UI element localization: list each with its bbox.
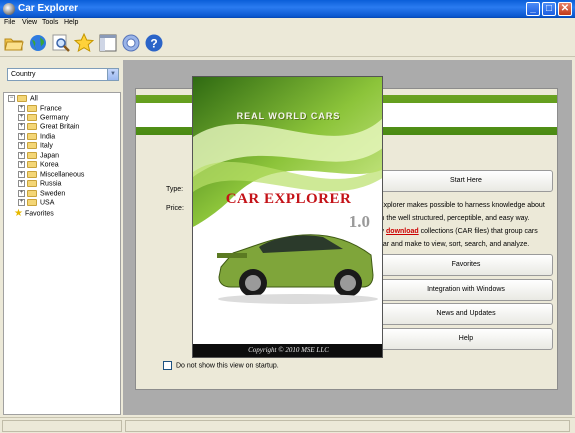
tree-item-country[interactable]: + Miscellaneous <box>18 171 84 180</box>
expand-icon[interactable]: + <box>18 199 25 206</box>
expand-icon[interactable]: + <box>18 142 25 149</box>
splash-copyright: Copyright © 2010 MSE LLC <box>193 344 382 357</box>
expand-icon[interactable]: + <box>18 161 25 168</box>
type-label: Type: <box>166 186 184 193</box>
splash-screen: REAL WORLD CARS CAR EXPLORER 1.0 Copyrig… <box>192 76 383 358</box>
help-button[interactable]: Help <box>379 328 553 350</box>
folder-icon <box>27 199 37 206</box>
startup-checkbox[interactable]: Do not show this view on startup. <box>163 361 279 370</box>
tree-item-country[interactable]: + Germany <box>18 114 69 123</box>
integration-button[interactable]: Integration with Windows <box>379 279 553 301</box>
layout-icon[interactable] <box>98 33 118 53</box>
open-folder-icon[interactable] <box>4 33 24 53</box>
expand-icon[interactable]: + <box>18 171 25 178</box>
chevron-down-icon[interactable]: ▼ <box>107 69 118 80</box>
folder-icon <box>27 190 37 197</box>
menu-tools[interactable]: Tools <box>42 19 58 26</box>
filter-dropdown[interactable]: Country ▼ <box>7 68 119 81</box>
tree-item-country[interactable]: + India <box>18 133 55 142</box>
tree-item-country[interactable]: + Italy <box>18 142 53 151</box>
title-bar: Car Explorer _ □ ✕ <box>0 0 575 18</box>
tree-item-all[interactable]: − All <box>8 95 38 104</box>
help-icon[interactable]: ? <box>144 33 164 53</box>
folder-icon <box>27 161 37 168</box>
expand-icon[interactable]: + <box>18 133 25 140</box>
folder-icon <box>27 171 37 178</box>
folder-icon <box>27 142 37 149</box>
toolbar: ? <box>0 29 575 57</box>
expand-icon[interactable]: + <box>18 152 25 159</box>
splash-product-name: CAR EXPLORER <box>225 191 352 207</box>
menu-bar: File View Tools Help <box>0 18 575 29</box>
menu-view[interactable]: View <box>22 19 37 26</box>
start-here-button[interactable]: Start Here <box>379 170 553 192</box>
tree-item-country[interactable]: + Russia <box>18 180 61 189</box>
tree-item-country[interactable]: + USA <box>18 199 54 208</box>
settings-icon[interactable] <box>121 33 141 53</box>
status-cell <box>125 420 570 432</box>
folder-icon <box>27 133 37 140</box>
folder-icon <box>27 152 37 159</box>
maximize-button[interactable]: □ <box>542 2 556 16</box>
tree-item-country[interactable]: + Sweden <box>18 190 65 199</box>
expand-icon[interactable]: + <box>18 123 25 130</box>
close-button[interactable]: ✕ <box>558 2 572 16</box>
expand-icon[interactable]: + <box>18 180 25 187</box>
collapse-icon[interactable]: − <box>8 95 15 102</box>
folder-icon <box>27 180 37 187</box>
menu-help[interactable]: Help <box>64 19 78 26</box>
expand-icon[interactable]: + <box>18 114 25 121</box>
tree-item-country[interactable]: + Great Britain <box>18 123 79 132</box>
folder-icon <box>17 95 27 102</box>
menu-file[interactable]: File <box>4 19 15 26</box>
minimize-button[interactable]: _ <box>526 2 540 16</box>
checkbox-box[interactable] <box>163 361 172 370</box>
tree-item-country[interactable]: + France <box>18 105 62 114</box>
globe-icon[interactable] <box>28 33 48 53</box>
star-icon[interactable] <box>73 32 95 53</box>
tree-item-country[interactable]: + Japan <box>18 152 59 161</box>
app-icon <box>3 3 15 15</box>
category-tree[interactable]: − All + France + Germany + Great Britain + In… <box>3 92 121 415</box>
news-button[interactable]: News and Updates <box>379 303 553 325</box>
expand-icon[interactable]: + <box>18 190 25 197</box>
description-text: Explorer makes possible to harness knowl… <box>379 202 545 248</box>
price-label: Price: <box>166 205 184 212</box>
splash-version: 1.0 <box>348 212 370 231</box>
search-icon[interactable] <box>51 33 71 53</box>
favorites-button[interactable]: Favorites <box>379 254 553 276</box>
status-cell <box>2 420 122 432</box>
expand-icon[interactable]: + <box>18 105 25 112</box>
star-icon: ★ <box>14 208 23 219</box>
svg-text:?: ? <box>150 37 157 51</box>
status-bar <box>0 417 575 433</box>
download-link[interactable]: download <box>386 228 419 235</box>
tree-item-favorites[interactable]: ★ Favorites <box>14 208 54 219</box>
left-pane: Country ▼ − All + France + Germany + Great B… <box>3 60 121 415</box>
window-title: Car Explorer <box>18 3 79 14</box>
folder-icon <box>27 114 37 121</box>
tree-item-country[interactable]: + Korea <box>18 161 59 170</box>
splash-tagline: REAL WORLD CARS <box>236 111 341 121</box>
filter-selected: Country <box>11 71 36 78</box>
folder-icon <box>27 123 37 130</box>
folder-icon <box>27 105 37 112</box>
